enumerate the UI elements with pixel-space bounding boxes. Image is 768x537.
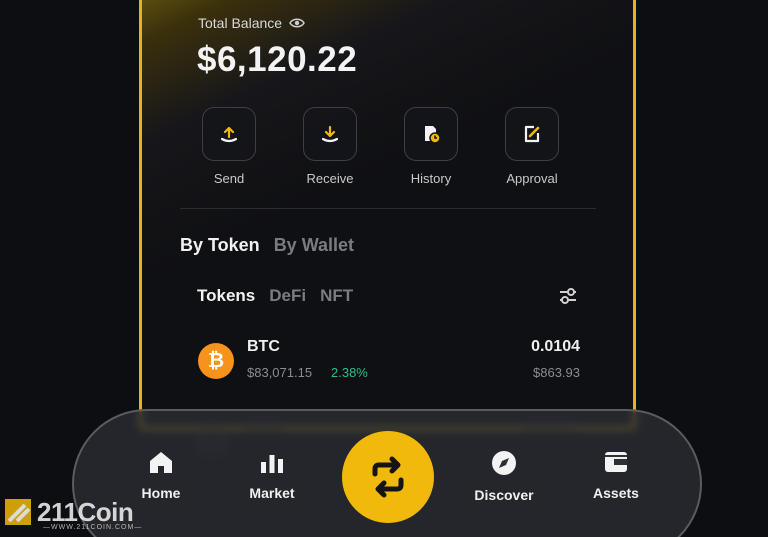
swap-button[interactable]	[342, 431, 434, 523]
app-screen: Total Balance $6,120.22 Send Receive His…	[0, 0, 768, 537]
bottom-nav: Home Market Discover Assets	[72, 409, 702, 537]
divider	[180, 208, 596, 209]
nav-assets[interactable]: Assets	[581, 449, 651, 501]
token-value: $863.93	[533, 365, 580, 380]
watermark-logo	[5, 499, 31, 525]
history-icon	[404, 107, 458, 161]
nav-home[interactable]: Home	[126, 449, 196, 501]
swap-icon	[372, 456, 404, 498]
approval-label: Approval	[506, 171, 558, 186]
receive-icon	[303, 107, 357, 161]
tab-by-wallet[interactable]: By Wallet	[274, 235, 354, 256]
watermark: 211Coin —WWW.211COIN.COM—	[3, 495, 141, 531]
token-row-btc[interactable]: ₿ BTC $83,071.15 2.38% 0.0104 $863.93	[194, 335, 580, 391]
approval-icon	[505, 107, 559, 161]
nav-discover[interactable]: Discover	[469, 449, 539, 503]
market-icon	[261, 455, 283, 473]
token-amount: 0.0104	[531, 338, 580, 355]
watermark-subtext: —WWW.211COIN.COM—	[43, 524, 143, 531]
wallet-card: Total Balance $6,120.22 Send Receive His…	[139, 0, 636, 430]
receive-label: Receive	[306, 171, 354, 186]
balance-label: Total Balance	[198, 15, 305, 31]
quick-actions: Send Receive History Approval	[202, 107, 572, 186]
view-tabs: By Token By Wallet	[180, 235, 354, 256]
receive-button[interactable]: Receive	[290, 107, 370, 186]
filter-icon[interactable]	[558, 287, 578, 305]
tab-defi[interactable]: DeFi	[269, 286, 306, 306]
tab-nft[interactable]: NFT	[320, 286, 353, 306]
wallet-icon	[605, 452, 627, 472]
send-icon	[202, 107, 256, 161]
btc-icon: ₿	[198, 343, 234, 379]
approval-button[interactable]: Approval	[492, 107, 572, 186]
token-change: 2.38%	[331, 365, 368, 380]
watermark-text: 211Coin	[37, 497, 134, 527]
home-icon	[150, 452, 172, 473]
history-label: History	[410, 171, 452, 186]
send-button[interactable]: Send	[189, 107, 269, 186]
nav-assets-label: Assets	[593, 485, 639, 501]
history-button[interactable]: History	[391, 107, 471, 186]
send-label: Send	[213, 171, 245, 186]
compass-icon	[492, 451, 516, 475]
eye-icon[interactable]	[289, 17, 305, 29]
tab-by-token[interactable]: By Token	[180, 235, 260, 256]
tab-tokens[interactable]: Tokens	[197, 286, 255, 306]
token-price: $83,071.15	[247, 365, 313, 380]
nav-market-label: Market	[249, 485, 295, 501]
nav-home-label: Home	[141, 485, 181, 501]
balance-value: $6,120.22	[197, 40, 358, 79]
nav-market[interactable]: Market	[237, 449, 307, 501]
nav-discover-label: Discover	[474, 487, 534, 503]
asset-tabs: Tokens DeFi NFT	[197, 286, 353, 306]
token-symbol: BTC	[247, 338, 280, 355]
